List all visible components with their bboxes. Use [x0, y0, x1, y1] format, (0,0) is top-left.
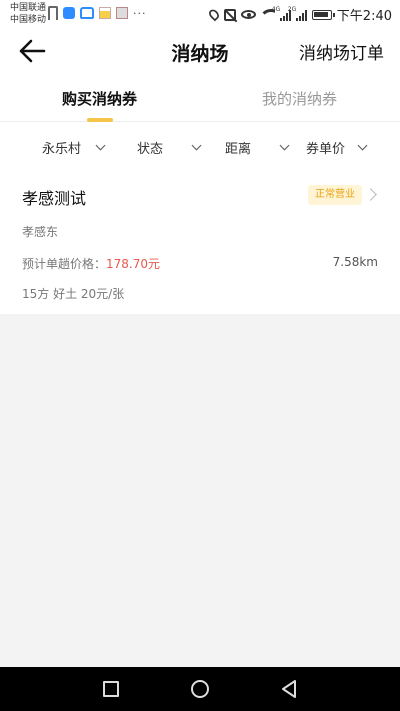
orders-link[interactable]: 消纳场订单 [299, 39, 384, 64]
notification-icons: ··· [48, 6, 147, 20]
filter-bar: 永乐村 状态 距离 券单价 [0, 122, 400, 172]
app-notification-icon [99, 7, 111, 19]
price-label: 预计单趟价格： [22, 257, 107, 271]
app-notification-icon [63, 7, 75, 19]
app-notification-icon [116, 7, 128, 19]
carrier-2: 中国移动 [10, 15, 47, 25]
filter-label: 距离 [225, 142, 252, 157]
distance: 7.58km [332, 255, 378, 269]
chevron-down-icon [95, 140, 106, 151]
filter-label: 券单价 [306, 142, 346, 157]
filter-status[interactable]: 状态 [137, 138, 202, 157]
filter-distance[interactable]: 距离 [225, 138, 290, 157]
status-bar: 中国联通 中国移动 ··· 4G 2G 下午2:40 [0, 0, 400, 28]
nav-bar: 消纳场 消纳场订单 [0, 28, 400, 74]
arrow-left-icon[interactable] [18, 38, 46, 64]
filter-label: 永乐村 [42, 142, 82, 157]
usb-icon [48, 6, 58, 20]
network-type-label: 4G [271, 5, 281, 13]
site-name: 孝感测试 [22, 189, 87, 208]
price-row: 预计单趟价格：178.70元 [22, 255, 160, 272]
carrier-info: 中国联通 中国移动 [10, 2, 46, 26]
carrier-1: 中国联通 [10, 3, 47, 13]
filter-village[interactable]: 永乐村 [42, 138, 106, 157]
status-badge: 正常营业 [308, 185, 362, 205]
disposal-site-card[interactable]: 孝感测试 正常营业 孝感东 预计单趟价格：178.70元 7.58km 15方 … [0, 172, 400, 314]
system-icons: 4G 2G 下午2:40 [206, 5, 392, 24]
location-icon [206, 7, 221, 22]
home-icon[interactable] [191, 680, 209, 698]
chevron-down-icon [279, 140, 290, 151]
recent-apps-icon[interactable] [103, 681, 119, 697]
tab-bar: 购买消纳券 我的消纳券 [0, 74, 400, 122]
clock: 下午2:40 [336, 9, 392, 24]
mute-icon [223, 8, 236, 21]
site-description: 15方 好土 20元/张 [22, 287, 125, 301]
tab-my-vouchers[interactable]: 我的消纳券 [262, 88, 337, 109]
filter-price[interactable]: 券单价 [306, 138, 368, 157]
chevron-right-icon[interactable] [364, 188, 377, 201]
chevron-down-icon [191, 140, 202, 151]
price-value: 178.70元 [106, 257, 161, 271]
app-notification-icon [80, 7, 94, 19]
back-triangle-icon[interactable] [280, 679, 298, 699]
battery-icon [311, 9, 335, 20]
network-type-label: 2G [287, 5, 297, 13]
more-notifications-icon: ··· [133, 6, 147, 20]
tab-buy-vouchers[interactable]: 购买消纳券 [62, 88, 137, 109]
eye-comfort-icon [240, 10, 256, 19]
chevron-down-icon [357, 140, 368, 151]
signal-icon: 2G [288, 6, 307, 21]
filter-label: 状态 [137, 142, 164, 157]
system-nav-bar [0, 667, 400, 711]
site-address: 孝感东 [22, 225, 59, 239]
